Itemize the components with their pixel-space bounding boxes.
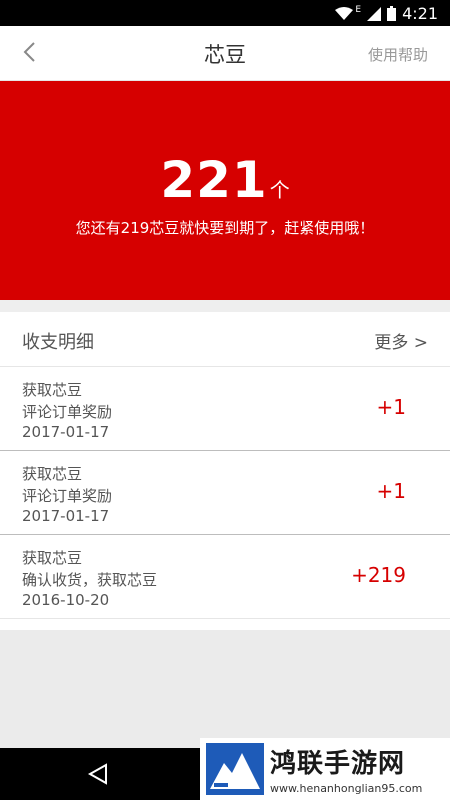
back-button[interactable] (14, 39, 44, 69)
transaction-type: 获取芯豆 (22, 465, 83, 483)
transaction-row[interactable]: 获取芯豆 评论订单奖励 2017-01-17 +1 (0, 367, 450, 451)
help-link[interactable]: 使用帮助 (368, 44, 428, 65)
status-icons: E 4:21 (335, 4, 438, 23)
transaction-panel: 收支明细 更多 > 获取芯豆 评论订单奖励 2017-01-17 +1 获取芯豆… (0, 312, 450, 630)
balance-banner: 221 个 您还有219芯豆就快要到期了，赶紧使用哦！ (0, 81, 450, 300)
network-type-label: E (355, 4, 362, 15)
balance-unit: 个 (269, 178, 290, 202)
transaction-date: 2017-01-17 (22, 423, 110, 441)
more-link[interactable]: 更多 > (374, 328, 428, 353)
transaction-desc: 确认收货，获取芯豆 (22, 571, 158, 589)
transaction-date: 2016-10-20 (22, 591, 110, 609)
site-watermark: 鸿联手游网 www.henanhonglian95.com (200, 738, 450, 800)
transaction-amount: +219 (351, 563, 406, 587)
transaction-amount: +1 (376, 395, 406, 419)
signal-icon (367, 6, 382, 21)
panel-header: 收支明细 更多 > (0, 312, 450, 367)
app-header: 芯豆 使用帮助 (0, 26, 450, 81)
transaction-desc: 评论订单奖励 (22, 487, 113, 505)
nav-back-button[interactable] (86, 762, 110, 786)
watermark-text: 鸿联手游网 www.henanhonglian95.com (270, 743, 422, 795)
transaction-date: 2017-01-17 (22, 507, 110, 525)
transaction-row[interactable]: 获取芯豆 确认收货，获取芯豆 2016-10-20 +219 (0, 535, 450, 619)
wifi-icon (335, 6, 354, 21)
watermark-title: 鸿联手游网 (270, 749, 406, 779)
triangle-back-icon (86, 763, 110, 790)
expiry-notice: 您还有219芯豆就快要到期了，赶紧使用哦！ (75, 219, 375, 237)
status-time: 4:21 (402, 4, 438, 23)
bull-logo-icon (206, 743, 264, 795)
transaction-amount: +1 (376, 479, 406, 503)
section-divider (0, 300, 450, 312)
balance-count: 221 个 (0, 151, 450, 209)
transaction-row[interactable]: 获取芯豆 评论订单奖励 2017-01-17 +1 (0, 451, 450, 535)
chevron-left-icon (22, 41, 36, 67)
transaction-desc: 评论订单奖励 (22, 403, 113, 421)
panel-title: 收支明细 (22, 332, 94, 353)
status-bar: E 4:21 (0, 0, 450, 26)
transaction-type: 获取芯豆 (22, 381, 83, 399)
balance-number: 221 (160, 151, 268, 209)
battery-icon (387, 6, 397, 21)
watermark-url: www.henanhonglian95.com (270, 782, 423, 795)
transaction-type: 获取芯豆 (22, 549, 83, 567)
